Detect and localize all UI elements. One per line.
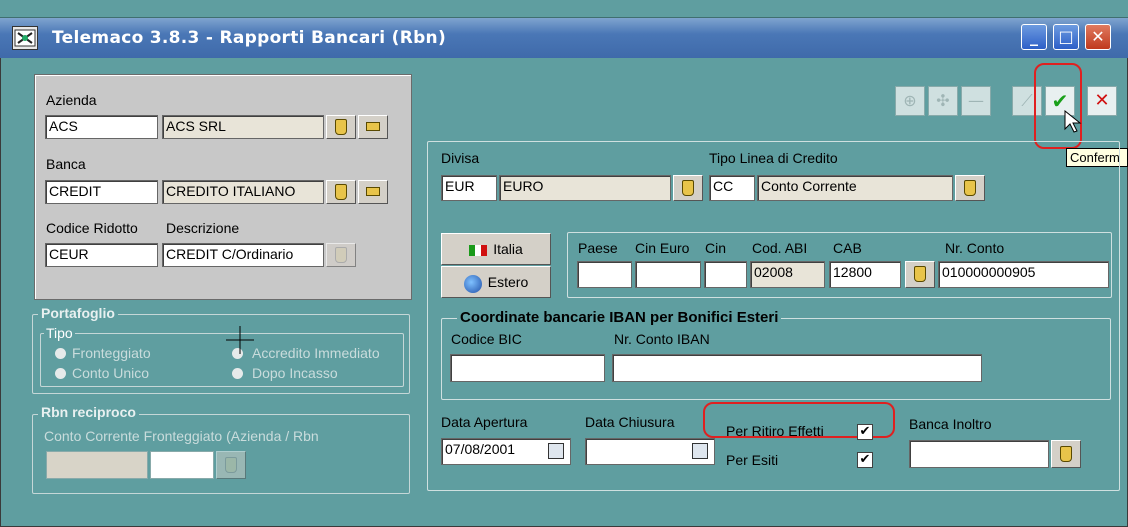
banca-label: Banca — [46, 156, 86, 172]
italia-label: Italia — [493, 241, 523, 257]
data-chiusura-label: Data Chiusura — [585, 414, 675, 430]
crosshair-cursor-icon — [226, 326, 254, 354]
iban-field[interactable] — [612, 354, 982, 382]
data-apertura-value: 07/08/2001 — [445, 441, 516, 457]
calendar-chiusura-icon[interactable] — [692, 443, 708, 459]
paese-field[interactable] — [577, 261, 632, 288]
rbn-rbn-field[interactable] — [150, 451, 214, 479]
rbn-azienda-field[interactable] — [46, 451, 148, 479]
nr-conto-label: Nr. Conto — [945, 240, 1005, 256]
tipo-linea-label: Tipo Linea di Credito — [709, 150, 838, 166]
portafoglio-title: Portafoglio — [38, 305, 118, 321]
italia-button[interactable]: Italia — [441, 233, 551, 265]
codice-ridotto-field[interactable]: CEUR — [45, 243, 158, 267]
banca-inoltro-lookup-hand-icon[interactable] — [1051, 440, 1081, 468]
data-apertura-label: Data Apertura — [441, 414, 528, 430]
radio-accredito-label: Accredito Immediato — [252, 345, 380, 361]
rbn-lookup-hand-icon[interactable] — [216, 451, 246, 479]
nr-conto-field[interactable]: 010000000905 — [938, 261, 1109, 288]
cin-field[interactable] — [704, 261, 747, 288]
radio-conto-unico-label: Conto Unico — [72, 365, 150, 381]
ritiro-label: Per Ritiro Effetti — [726, 423, 824, 439]
abi-cab-lookup-hand-icon[interactable] — [905, 261, 935, 288]
ritiro-checkbox[interactable]: ✔ — [857, 424, 873, 440]
radio-dopo-incasso[interactable] — [232, 368, 243, 383]
radio-fronteggiato-label: Fronteggiato — [72, 345, 151, 361]
azienda-detail-pointer-icon[interactable] — [358, 115, 388, 139]
radio-conto-unico[interactable] — [55, 368, 66, 383]
radio-dopo-incasso-label: Dopo Incasso — [252, 365, 338, 381]
bic-field[interactable] — [450, 354, 605, 382]
azienda-label: Azienda — [46, 92, 97, 108]
azienda-lookup-hand-icon[interactable] — [326, 115, 356, 139]
esiti-label: Per Esiti — [726, 452, 779, 468]
estero-button[interactable]: Estero — [441, 266, 551, 298]
descrizione-field[interactable]: CREDIT C/Ordinario — [162, 243, 324, 267]
banca-name-field: CREDITO ITALIANO — [162, 180, 324, 204]
esiti-checkbox[interactable]: ✔ — [857, 452, 873, 468]
mouse-pointer-icon — [1064, 109, 1082, 138]
azienda-name-field: ACS SRL — [162, 115, 324, 139]
azienda-code-field[interactable]: ACS — [45, 115, 158, 139]
divisa-code-field[interactable]: EUR — [441, 175, 497, 201]
iban-title: Coordinate bancarie IBAN per Bonifici Es… — [457, 309, 782, 326]
paese-label: Paese — [578, 240, 618, 256]
codice-ridotto-label: Codice Ridotto — [46, 220, 138, 236]
cab-label: CAB — [833, 240, 862, 256]
divisa-label: Divisa — [441, 150, 480, 166]
tipo-label: Tipo — [44, 325, 75, 341]
radio-fronteggiato[interactable] — [55, 348, 66, 363]
banca-inoltro-label: Banca Inoltro — [909, 416, 992, 432]
banca-inoltro-field[interactable] — [909, 440, 1049, 468]
divisa-name-field: EURO — [499, 175, 671, 201]
abi-label: Cod. ABI — [752, 240, 808, 256]
tipo-linea-name-field: Conto Corrente — [757, 175, 953, 201]
cin-euro-field[interactable] — [635, 261, 701, 288]
maximize-button[interactable]: □ — [1053, 24, 1079, 50]
zoom-icon[interactable]: ⊕ — [895, 86, 925, 116]
estero-label: Estero — [487, 274, 529, 290]
cab-field[interactable]: 12800 — [829, 261, 901, 288]
descrizione-label: Descrizione — [166, 220, 240, 236]
cancel-button[interactable]: ✕ — [1087, 86, 1117, 116]
banca-detail-pointer-icon[interactable] — [358, 180, 388, 204]
italy-flag-icon — [469, 245, 488, 256]
iban-label: Nr. Conto IBAN — [614, 331, 710, 347]
remove-icon[interactable]: — — [961, 86, 991, 116]
banca-lookup-hand-icon[interactable] — [326, 180, 356, 204]
tipo-linea-lookup-hand-icon[interactable] — [955, 175, 985, 201]
minimize-button[interactable]: _ — [1021, 24, 1047, 50]
bic-label: Codice BIC — [451, 331, 522, 347]
close-button[interactable]: ✕ — [1085, 24, 1111, 50]
cin-label: Cin — [705, 240, 727, 256]
divisa-lookup-hand-icon[interactable] — [673, 175, 703, 201]
window-title: Telemaco 3.8.3 - Rapporti Bancari (Rbn) — [52, 28, 447, 48]
tipo-linea-code-field[interactable]: CC — [709, 175, 755, 201]
calendar-apertura-icon[interactable] — [548, 443, 564, 459]
add-icon[interactable]: ✣ — [928, 86, 958, 116]
app-icon — [12, 26, 38, 50]
rbn-reciproco-label: Conto Corrente Fronteggiato (Azienda / R… — [44, 428, 319, 444]
banca-code-field[interactable]: CREDIT — [45, 180, 158, 204]
top-strip — [0, 0, 1128, 18]
abi-field: 02008 — [750, 261, 825, 288]
cin-euro-label: Cin Euro — [635, 240, 690, 256]
rbn-reciproco-title: Rbn reciproco — [38, 404, 139, 420]
descrizione-lookup-hand-icon[interactable] — [326, 243, 356, 267]
globe-icon — [463, 274, 482, 293]
